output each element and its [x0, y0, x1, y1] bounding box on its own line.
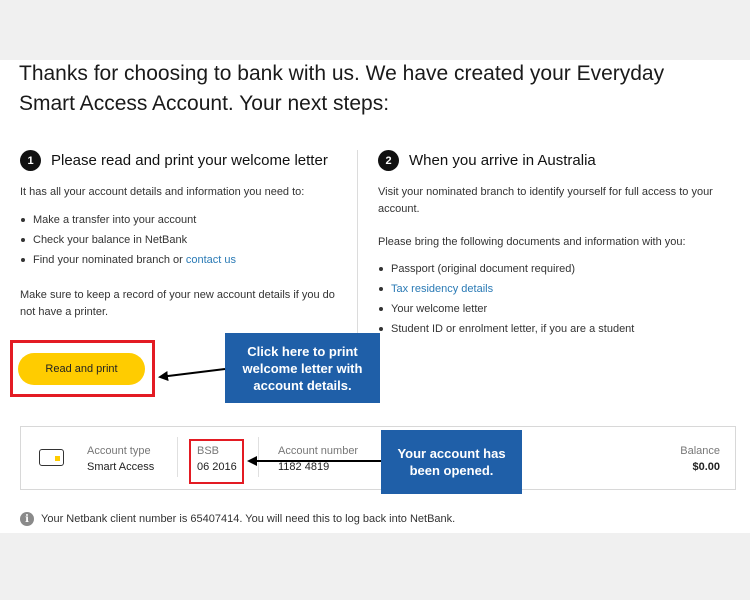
step-2-title: When you arrive in Australia [409, 152, 596, 169]
account-type-value: Smart Access [87, 461, 155, 473]
account-opened-callout: Your account has been opened. [381, 430, 522, 494]
list-item: Find your nominated branch or contact us [20, 250, 350, 270]
info-icon: i [20, 512, 34, 526]
step-1-intro: It has all your account details and info… [20, 186, 305, 198]
read-and-print-button[interactable]: Read and print [18, 353, 145, 385]
list-item: Tax residency details [378, 279, 728, 299]
column-divider [357, 150, 358, 340]
step-2-list: Passport (original document required) Ta… [378, 259, 728, 339]
card-icon [39, 449, 64, 466]
separator [258, 437, 259, 477]
separator [177, 437, 178, 477]
step-1-note: Make sure to keep a record of your new a… [20, 289, 335, 318]
step-2-intro: Visit your nominated branch to identify … [378, 186, 713, 215]
page-headline: Thanks for choosing to bank with us. We … [19, 62, 665, 115]
list-item: Make a transfer into your account [20, 210, 350, 230]
list-item: Passport (original document required) [378, 259, 728, 279]
balance-value: $0.00 [692, 461, 720, 473]
client-number-text: Your Netbank client number is 65407414. … [41, 513, 456, 525]
print-callout: Click here to print welcome letter with … [225, 333, 380, 403]
balance-label: Balance [680, 445, 720, 457]
step-1-header: 1 Please read and print your welcome let… [20, 150, 328, 171]
tax-residency-link[interactable]: Tax residency details [391, 283, 493, 295]
top-band [0, 0, 750, 60]
client-number-note: i Your Netbank client number is 65407414… [20, 512, 455, 526]
account-type-label: Account type [87, 445, 151, 457]
bottom-band [0, 533, 750, 600]
contact-us-link[interactable]: contact us [186, 254, 236, 266]
list-item: Check your balance in NetBank [20, 230, 350, 250]
account-number-label: Account number [278, 445, 359, 457]
step-2-number-badge: 2 [378, 150, 399, 171]
step-1-list: Make a transfer into your account Check … [20, 210, 350, 270]
step-1-title: Please read and print your welcome lette… [51, 152, 328, 169]
step-2-header: 2 When you arrive in Australia [378, 150, 596, 171]
account-summary-panel: Account type Smart Access BSB 06 2016 Ac… [20, 426, 736, 490]
list-item: Your welcome letter [378, 299, 728, 319]
account-number-value: 1182 4819 [278, 461, 330, 473]
bsb-highlight [189, 439, 244, 484]
step-2-docs-intro: Please bring the following documents and… [378, 236, 686, 248]
step-1-number-badge: 1 [20, 150, 41, 171]
print-callout-arrow [158, 368, 226, 381]
list-item: Student ID or enrolment letter, if you a… [378, 319, 728, 339]
